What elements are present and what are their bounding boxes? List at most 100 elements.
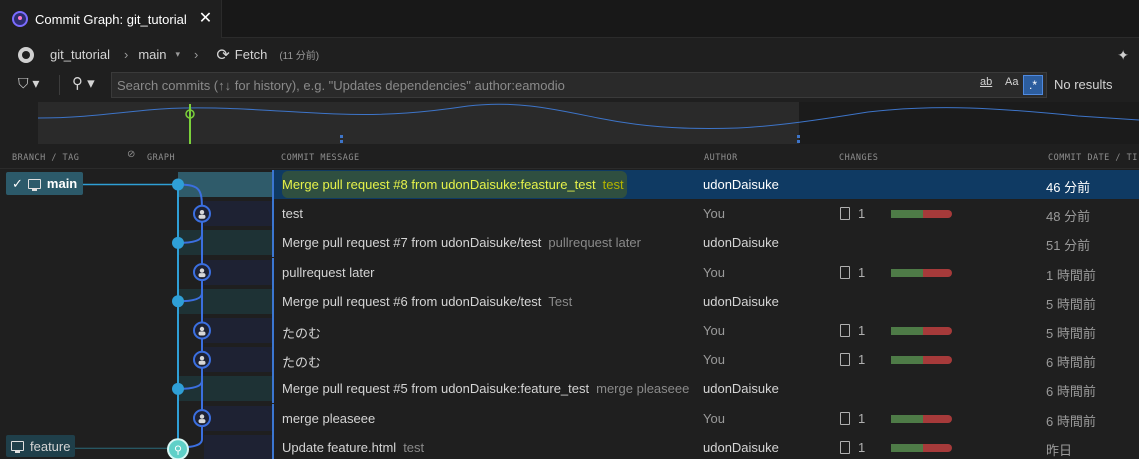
chevron-right-icon: › [194, 47, 199, 62]
commit-summary: たのむ [282, 326, 322, 341]
eye-closed-icon[interactable]: ⊘ [127, 149, 135, 160]
graph-toolbar: git_tutorial › main ▾ › ⟳ Fetch (11 分前) … [0, 38, 1139, 71]
tab-commit-graph[interactable]: Commit Graph: git_tutorial ✕ [0, 0, 222, 38]
changed-files-count: 1 [858, 439, 866, 455]
search-box [111, 72, 1047, 98]
match-case-toggle[interactable]: Aa [1005, 76, 1018, 88]
additions-bar [891, 414, 923, 423]
changed-files-count: 1 [858, 323, 866, 338]
commit-description: test [403, 439, 425, 455]
commit-message: Merge pull request #7 from udonDaisuke/t… [282, 235, 641, 250]
commit-author: You [703, 352, 725, 368]
file-icon [840, 324, 850, 337]
column-author[interactable]: AUTHOR [704, 153, 738, 163]
deletions-bar [923, 210, 952, 219]
regex-toggle[interactable]: .* [1023, 75, 1043, 95]
branch-label-feature[interactable]: feature [6, 435, 75, 457]
merge-commit-node [172, 382, 184, 395]
changed-files-count: 1 [858, 352, 866, 368]
repo-picker[interactable]: git_tutorial [50, 47, 110, 62]
github-icon [18, 46, 34, 63]
additions-bar [891, 210, 923, 219]
column-commit-message[interactable]: COMMIT MESSAGE [281, 153, 360, 163]
avatar-icon [198, 360, 206, 365]
fetch-button[interactable]: Fetch [235, 47, 268, 62]
commit-date: 6 時間前 [1046, 384, 1096, 400]
avatar-icon [198, 331, 206, 336]
merge-commit-node [172, 295, 184, 308]
fetch-time: (11 分前) [279, 51, 320, 62]
commit-summary: Merge pull request #7 from udonDaisuke/t… [282, 235, 542, 251]
commit-author: You [703, 410, 725, 426]
commit-summary: Update feature.html [282, 439, 397, 455]
commit-date: 46 分前 [1046, 180, 1091, 195]
column-graph[interactable]: GRAPH [147, 153, 175, 163]
commit-message: Merge pull request #5 from udonDaisuke:f… [282, 381, 689, 396]
commit-description: merge pleaseee [596, 381, 690, 397]
branch-name: feature [30, 438, 71, 454]
avatar-icon [199, 414, 205, 419]
branch-name: main [46, 176, 78, 191]
deletions-bar [923, 443, 952, 452]
tab-title: Commit Graph: git_tutorial [35, 11, 187, 27]
minimap[interactable] [38, 102, 1139, 144]
additions-bar [891, 356, 923, 365]
branch-label-main[interactable]: ✓ main [6, 172, 83, 195]
deletions-bar [923, 327, 952, 335]
close-icon[interactable]: ✕ [199, 11, 212, 27]
column-changes[interactable]: CHANGES [839, 153, 878, 163]
search-toolbar: ⛉ ▾ ⚲ ▾ ab Aa .* No results [0, 71, 1139, 99]
file-icon [840, 411, 850, 425]
local-branch-icon [11, 441, 24, 453]
commit-summary: たのむ [282, 355, 322, 371]
commit-description: test [602, 177, 624, 192]
divider [59, 75, 60, 95]
commit-message: merge pleaseee [282, 411, 375, 426]
changed-files-count: 1 [858, 206, 866, 222]
avatar-icon [198, 273, 206, 278]
chevron-down-icon[interactable]: ▾ [176, 49, 181, 60]
commit-description: Test [548, 293, 573, 309]
refresh-icon[interactable]: ⟳ [216, 45, 229, 65]
commit-date: 48 分前 [1046, 209, 1091, 225]
search-icon[interactable]: ⚲ ▾ [72, 74, 95, 92]
sparkle-icon[interactable]: ✦ [1117, 47, 1129, 64]
commit-summary: pullrequest later [282, 264, 375, 280]
column-branch-tag[interactable]: BRANCH / TAG [12, 153, 79, 163]
column-commit-date[interactable]: COMMIT DATE / TI [1048, 153, 1138, 163]
avatar-icon [198, 214, 206, 219]
deletions-bar [923, 356, 952, 365]
commit-summary: merge pleaseee [282, 410, 376, 426]
commit-date: 6 時間前 [1046, 355, 1096, 371]
match-whole-word-toggle[interactable]: ab [980, 76, 992, 88]
deletions-bar [923, 414, 952, 423]
avatar-icon [198, 419, 206, 424]
changed-files-count: 1 [858, 410, 866, 426]
filter-icon[interactable]: ⛉ ▾ [18, 75, 39, 92]
minimap-activity-line [38, 103, 1139, 144]
commit-message: Merge pull request #6 from udonDaisuke/t… [282, 294, 572, 309]
merge-commit-node [172, 178, 184, 191]
search-input[interactable] [112, 73, 972, 97]
commit-author: udonDaisuke [703, 177, 779, 192]
commit-author: udonDaisuke [703, 439, 779, 455]
tab-bar: Commit Graph: git_tutorial ✕ [0, 0, 1139, 38]
file-icon [840, 353, 850, 367]
commit-summary: test [282, 206, 303, 222]
commit-date: 1 時間前 [1046, 267, 1096, 283]
additions-bar [891, 443, 923, 452]
avatar-icon [199, 356, 205, 361]
avatar-icon: ⚲ [174, 444, 182, 456]
feature-lane [177, 183, 203, 449]
check-icon: ✓ [12, 175, 23, 191]
commit-message: test [282, 206, 303, 221]
commit-message: たのむ [282, 323, 321, 342]
file-icon [840, 265, 850, 279]
commit-description: pullrequest later [548, 235, 641, 251]
commit-date: 51 分前 [1046, 238, 1091, 254]
commit-author: udonDaisuke [703, 381, 779, 397]
deletions-bar [923, 268, 952, 277]
commit-date: 6 時間前 [1046, 413, 1096, 429]
branch-picker[interactable]: main [138, 47, 166, 62]
commit-summary: Merge pull request #5 from udonDaisuke:f… [282, 381, 590, 397]
